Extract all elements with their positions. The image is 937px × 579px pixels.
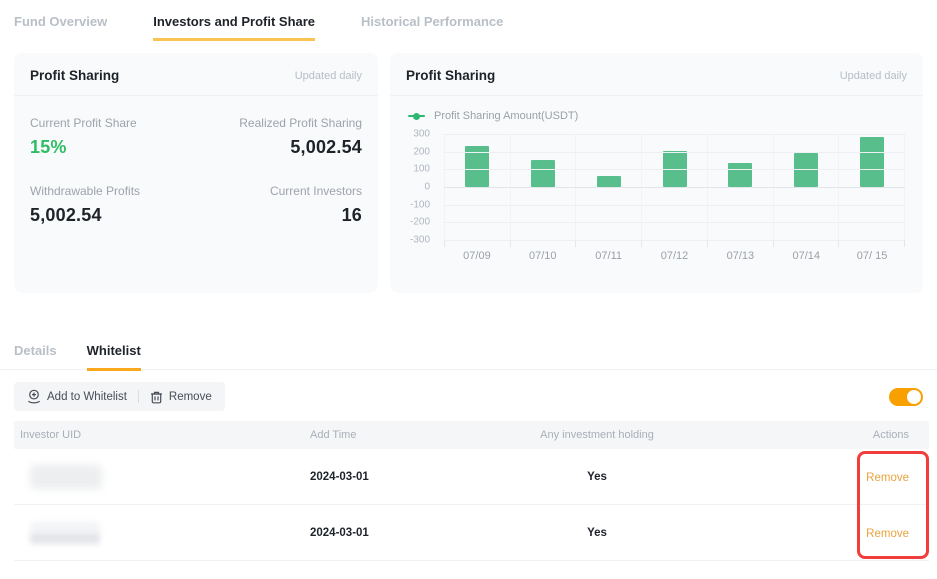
y-axis-tick-label: 300 — [413, 129, 430, 140]
gridline — [444, 169, 905, 170]
investor-uid-cell — [14, 522, 304, 544]
stat-value: 5,002.54 — [30, 205, 196, 226]
bar — [531, 160, 555, 187]
trash-icon — [150, 390, 163, 404]
fund-management-page: Fund Overview Investors and Profit Share… — [0, 0, 937, 579]
stat-current-profit-share: Current Profit Share 15% — [30, 116, 196, 158]
col-add-time: Add Time — [304, 429, 464, 441]
col-investor-uid: Investor UID — [14, 429, 304, 441]
whitelist-toggle[interactable] — [889, 388, 923, 406]
stat-value: 5,002.54 — [196, 137, 362, 158]
stat-value: 15% — [30, 137, 196, 158]
redacted-uid — [30, 522, 100, 544]
whitelist-toolbar: Add to Whitelist Remove — [14, 382, 225, 411]
chart-card-title: Profit Sharing — [406, 68, 495, 83]
stat-label: Current Investors — [196, 184, 362, 198]
gridline — [444, 134, 905, 135]
whitelist-toolbar-row: Add to Whitelist Remove — [0, 370, 937, 421]
x-axis-tick — [444, 240, 511, 247]
add-time-cell: 2024-03-01 — [304, 471, 464, 483]
detail-section-tabs: Details Whitelist — [0, 343, 937, 370]
remove-link[interactable]: Remove — [866, 528, 909, 540]
y-axis-tick-label: 200 — [413, 146, 430, 157]
remove-link[interactable]: Remove — [866, 472, 909, 484]
y-axis-tick-label: -300 — [410, 235, 430, 246]
gridline — [444, 187, 905, 188]
bar — [597, 176, 621, 187]
stat-current-investors: Current Investors 16 — [196, 184, 362, 226]
tab-investors-profit-share[interactable]: Investors and Profit Share — [153, 14, 315, 41]
x-axis-tick — [774, 240, 840, 247]
holding-cell: Yes — [464, 527, 724, 539]
x-axis-tick-label: 07/09 — [444, 250, 510, 262]
y-axis-tick-label: 0 — [424, 182, 430, 193]
stat-value: 16 — [196, 205, 362, 226]
toolbar-divider — [138, 390, 139, 403]
bar — [860, 137, 884, 187]
table-row: 2024-03-01 Yes Remove — [14, 449, 929, 505]
add-to-whitelist-button[interactable]: Add to Whitelist — [27, 389, 127, 404]
tab-fund-overview[interactable]: Fund Overview — [14, 14, 107, 41]
x-axis-tick-label: 07/13 — [707, 250, 773, 262]
bar — [728, 163, 752, 187]
investor-uid-cell — [14, 465, 304, 489]
stat-label: Withdrawable Profits — [30, 184, 196, 198]
stat-withdrawable-profits: Withdrawable Profits 5,002.54 — [30, 184, 196, 226]
stats-card-header: Profit Sharing Updated daily — [14, 53, 378, 96]
add-to-whitelist-icon — [27, 389, 41, 404]
profit-sharing-stats-card: Profit Sharing Updated daily Current Pro… — [14, 53, 378, 293]
y-axis: 3002001000-100-200-300 — [406, 134, 436, 240]
tab-details[interactable]: Details — [14, 343, 57, 371]
holding-cell: Yes — [464, 471, 724, 483]
x-axis-tick-label: 07/10 — [510, 250, 576, 262]
stat-realized-profit-sharing: Realized Profit Sharing 5,002.54 — [196, 116, 362, 158]
x-axis-tick-label: 07/14 — [773, 250, 839, 262]
legend-label: Profit Sharing Amount(USDT) — [434, 110, 578, 122]
legend-line-dot-icon — [408, 115, 425, 117]
whitelist-table: Investor UID Add Time Any investment hol… — [14, 421, 929, 561]
chart-legend: Profit Sharing Amount(USDT) — [390, 96, 923, 122]
tab-whitelist[interactable]: Whitelist — [87, 343, 141, 371]
stats-grid: Current Profit Share 15% Realized Profit… — [14, 96, 378, 246]
y-axis-tick-label: 100 — [413, 164, 430, 175]
gridline — [444, 152, 905, 153]
summary-cards-row: Profit Sharing Updated daily Current Pro… — [0, 41, 937, 293]
add-time-cell: 2024-03-01 — [304, 527, 464, 539]
x-axis-tick — [642, 240, 708, 247]
main-tabs: Fund Overview Investors and Profit Share… — [0, 0, 937, 41]
x-axis-tick-label: 07/12 — [642, 250, 708, 262]
toggle-knob — [907, 390, 921, 404]
x-axis-ticks — [444, 240, 905, 247]
stat-label: Realized Profit Sharing — [196, 116, 362, 130]
tab-historical-performance[interactable]: Historical Performance — [361, 14, 503, 41]
table-header-row: Investor UID Add Time Any investment hol… — [14, 421, 929, 449]
stats-updated-label: Updated daily — [295, 70, 362, 82]
table-row: 2024-03-01 Yes Remove — [14, 505, 929, 561]
x-axis-tick — [839, 240, 905, 247]
x-axis-tick-label: 07/ 15 — [839, 250, 905, 262]
col-actions: Actions — [724, 429, 929, 441]
remove-button-label: Remove — [169, 391, 212, 403]
x-axis-tick-label: 07/11 — [576, 250, 642, 262]
add-to-whitelist-label: Add to Whitelist — [47, 391, 127, 403]
x-axis-tick — [576, 240, 642, 247]
gridline — [444, 222, 905, 223]
x-axis-tick — [708, 240, 774, 247]
x-axis-tick — [511, 240, 577, 247]
y-axis-tick-label: -200 — [410, 217, 430, 228]
profit-sharing-bar-chart: 3002001000-100-200-300 07/0907/1007/1107… — [406, 134, 909, 270]
gridline — [444, 205, 905, 206]
x-axis-labels: 07/0907/1007/1107/1207/1307/1407/ 15 — [444, 250, 905, 262]
y-axis-tick-label: -100 — [410, 199, 430, 210]
profit-sharing-chart-card: Profit Sharing Updated daily Profit Shar… — [390, 53, 923, 293]
col-any-investment-holding: Any investment holding — [464, 429, 724, 441]
stats-card-title: Profit Sharing — [30, 68, 119, 83]
chart-updated-label: Updated daily — [840, 70, 907, 82]
plot-area — [444, 134, 905, 240]
stat-label: Current Profit Share — [30, 116, 196, 130]
chart-card-header: Profit Sharing Updated daily — [390, 53, 923, 96]
redacted-uid — [30, 465, 102, 489]
remove-button[interactable]: Remove — [150, 390, 212, 404]
